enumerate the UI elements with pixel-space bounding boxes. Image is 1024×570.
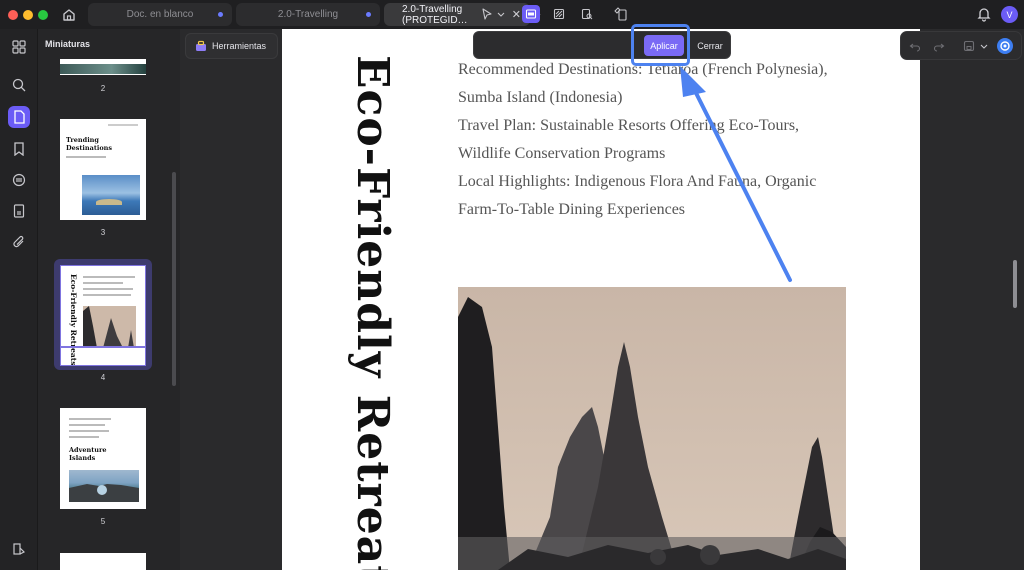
tab-travelling-protegido[interactable]: 2.0-Travelling (PROTEGID… ✕ bbox=[384, 3, 530, 26]
body-text: Recommended Destinations: Tetiaroa (Fren… bbox=[458, 58, 878, 226]
thumbnail-page-6[interactable] bbox=[60, 553, 146, 570]
left-tool-rail bbox=[0, 29, 38, 570]
toolbox-icon bbox=[196, 40, 206, 51]
unsaved-dot-icon bbox=[218, 12, 223, 17]
tab-doc-en-blanco[interactable]: Doc. en blanco bbox=[88, 3, 232, 26]
redo-icon[interactable] bbox=[930, 37, 948, 55]
comment-icon[interactable] bbox=[9, 170, 29, 190]
body-line: Farm-To-Table Dining Experiences bbox=[458, 201, 686, 218]
layers-icon[interactable] bbox=[9, 539, 29, 559]
thumbnail-image bbox=[60, 64, 146, 74]
close-toolbar-button[interactable]: Cerrar bbox=[692, 35, 728, 56]
document-scrollbar[interactable] bbox=[1013, 260, 1017, 308]
eraser-page-icon[interactable] bbox=[612, 5, 630, 23]
undo-icon[interactable] bbox=[906, 37, 924, 55]
thumbnail-image bbox=[82, 175, 140, 215]
panel-title: Miniaturas bbox=[45, 39, 91, 49]
mark-for-redaction-icon[interactable] bbox=[522, 5, 540, 23]
attachment-page-icon[interactable] bbox=[9, 201, 29, 221]
avatar[interactable]: V bbox=[1001, 6, 1018, 23]
minimize-window-button[interactable] bbox=[23, 10, 33, 20]
thumbnail-heading: Trending Destinations bbox=[66, 136, 113, 152]
bell-icon[interactable] bbox=[976, 6, 992, 22]
thumbnail-text-line bbox=[83, 294, 131, 296]
thumbnail-page-number: 4 bbox=[100, 373, 106, 382]
bookmark-icon[interactable] bbox=[9, 139, 29, 159]
vertical-title: Eco-Friendly Retreat bbox=[347, 55, 398, 570]
thumbnail-heading: Eco-Friendly Retreats bbox=[69, 274, 78, 366]
chevron-down-icon[interactable] bbox=[978, 37, 990, 55]
paperclip-icon[interactable] bbox=[9, 232, 29, 252]
apply-button[interactable]: Aplicar bbox=[644, 35, 684, 56]
thumbnail-page-number: 3 bbox=[100, 228, 106, 237]
thumbnail-page-3[interactable]: Trending Destinations bbox=[60, 119, 146, 220]
thumbnail-heading: Adventure Islands bbox=[69, 446, 107, 462]
body-line: Local Highlights: Indigenous Flora And F… bbox=[458, 173, 817, 190]
body-line: Travel Plan: Sustainable Resorts Offerin… bbox=[458, 117, 800, 134]
thumbnail-page-4[interactable]: Eco-Friendly Retreats bbox=[60, 265, 146, 366]
thumbnail-text-line bbox=[83, 288, 133, 290]
title-bar: Doc. en blanco 2.0-Travelling 2.0-Travel… bbox=[0, 0, 1024, 29]
pointer-icon[interactable] bbox=[478, 5, 496, 23]
chevron-down-icon[interactable] bbox=[495, 5, 507, 23]
vertical-title-box: Eco-Friendly Retreat bbox=[347, 55, 398, 570]
close-tab-icon[interactable]: ✕ bbox=[512, 8, 521, 21]
thumbnail-text-line bbox=[83, 282, 123, 284]
thumbnail-page-2[interactable] bbox=[60, 59, 146, 75]
tools-button[interactable]: Herramientas bbox=[185, 33, 278, 59]
search-redact-icon[interactable] bbox=[578, 5, 596, 23]
thumbnail-selection-line bbox=[61, 346, 145, 348]
save-icon[interactable] bbox=[960, 37, 978, 55]
thumbnails-scrollbar[interactable] bbox=[172, 172, 176, 386]
app-window: Doc. en blanco 2.0-Travelling 2.0-Travel… bbox=[0, 0, 1024, 570]
tab-label: 2.0-Travelling bbox=[277, 9, 339, 20]
zoom-window-button[interactable] bbox=[38, 10, 48, 20]
ai-assistant-icon[interactable] bbox=[995, 36, 1015, 56]
search-icon[interactable] bbox=[9, 75, 29, 95]
thumbnail-page-5[interactable]: Adventure Islands bbox=[60, 408, 146, 509]
thumbnail-text-line bbox=[83, 276, 135, 278]
thumbnail-text-line bbox=[69, 436, 99, 438]
thumbnails-icon[interactable] bbox=[8, 106, 30, 128]
tab-travelling[interactable]: 2.0-Travelling bbox=[236, 3, 380, 26]
tab-label: Doc. en blanco bbox=[126, 9, 194, 20]
thumbnail-image bbox=[83, 306, 136, 348]
sea-stacks-photo bbox=[458, 287, 846, 570]
grid-icon[interactable] bbox=[9, 37, 29, 57]
thumbnail-image bbox=[69, 470, 139, 502]
close-window-button[interactable] bbox=[8, 10, 18, 20]
body-line: Wildlife Conservation Programs bbox=[458, 145, 666, 162]
thumbnail-text-line bbox=[69, 424, 105, 426]
thumbnail-text-line bbox=[108, 124, 138, 126]
tools-button-label: Herramientas bbox=[212, 41, 267, 51]
thumbnail-text-line bbox=[69, 430, 109, 432]
thumbnail-page-number: 2 bbox=[100, 84, 106, 93]
thumbnail-text-line bbox=[69, 418, 111, 420]
redact-area-icon[interactable] bbox=[550, 5, 568, 23]
thumbnail-page-number: 5 bbox=[100, 517, 106, 526]
body-line: Sumba Island (Indonesia) bbox=[458, 89, 623, 106]
home-icon[interactable] bbox=[59, 5, 79, 25]
unsaved-dot-icon bbox=[366, 12, 371, 17]
thumbnail-text-line bbox=[66, 156, 106, 158]
